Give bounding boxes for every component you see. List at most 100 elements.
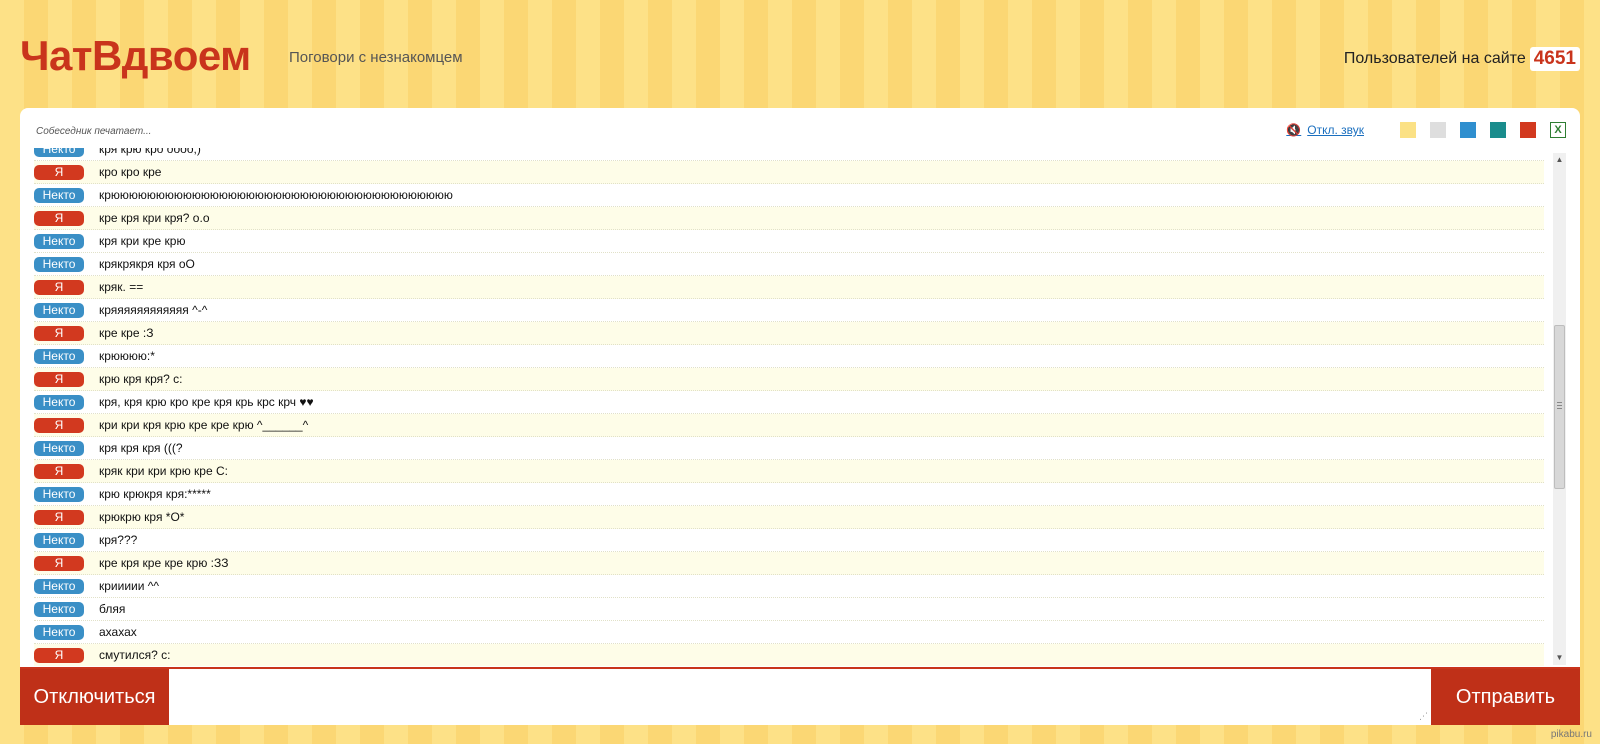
online-count: 4651	[1529, 47, 1580, 71]
message-text: ахахах	[99, 625, 137, 639]
message-text: крюкрю кря *О*	[99, 510, 185, 524]
sender-badge-me: Я	[34, 164, 84, 180]
online-label: Пользователей на сайте	[1343, 50, 1526, 67]
message-row: Ясмутился? с:	[34, 644, 1544, 666]
sender-badge-stranger: Некто	[34, 486, 84, 502]
sender-badge-me: Я	[34, 555, 84, 571]
message-text: крюююююююююююююююююююююююююююююююююююююю	[99, 188, 453, 202]
message-text: бляя	[99, 602, 126, 616]
sender-badge-stranger: Некто	[34, 348, 84, 364]
typing-indicator: Собеседник печатает...	[36, 126, 152, 137]
sender-badge-stranger: Некто	[34, 187, 84, 203]
sender-badge-stranger: Некто	[34, 624, 84, 640]
message-row: Якряк кри кри крю кре С:	[34, 460, 1544, 483]
message-text: кря, кря крю кро кре кря крь крс крч ♥♥	[99, 395, 314, 409]
message-row: Некто крякрякря кря оО	[34, 253, 1544, 276]
message-text: кряк. ==	[99, 280, 144, 294]
excel-icon[interactable]: X	[1550, 122, 1566, 138]
message-row: Якре кря кре кре крю :ЗЗ	[34, 552, 1544, 575]
send-button[interactable]: Отправить	[1431, 669, 1580, 725]
message-row: Якри кри кря крю кре кре крю ^______^	[34, 414, 1544, 437]
message-text: кро кро кре	[99, 165, 162, 179]
message-row: Некто кря крю кро оооо;)	[34, 148, 1544, 161]
sender-badge-stranger: Некто	[34, 256, 84, 272]
message-row: Некто ахахах	[34, 621, 1544, 644]
message-text: кря кря кря (((?	[99, 441, 183, 455]
scroll-up-arrow[interactable]: ▲	[1553, 153, 1566, 167]
sender-badge-me: Я	[34, 647, 84, 663]
message-text: кря???	[99, 533, 138, 547]
chat-panel: Собеседник печатает... 🔇 Откл. звук X Не…	[20, 108, 1580, 668]
chat-status-bar: Собеседник печатает... 🔇 Откл. звук X	[20, 108, 1580, 148]
message-log[interactable]: Некто кря крю кро оооо;) Якро кро кре Некто…	[34, 148, 1544, 666]
message-text: кре кря кри кря? о.о	[99, 211, 210, 225]
sender-badge-me: Я	[34, 417, 84, 433]
message-text: крюююю:*	[99, 349, 155, 363]
message-row: Некто кряяяяяяяяяяяя ^-^	[34, 299, 1544, 322]
sender-badge-me: Я	[34, 279, 84, 295]
message-text: кри кри кря крю кре кре крю ^______^	[99, 418, 309, 432]
scroll-thumb[interactable]	[1554, 325, 1565, 489]
theme-swatch-gray[interactable]	[1430, 122, 1446, 138]
message-text: кре кре :З	[99, 326, 154, 340]
watermark: pikabu.ru	[1550, 729, 1592, 740]
chat-input-bar: Отключиться ⋰ Отправить	[20, 667, 1580, 725]
header: ЧатВдвоем Поговори с незнакомцем Пользов…	[0, 0, 1600, 108]
sender-badge-stranger: Некто	[34, 532, 84, 548]
message-text: смутился? с:	[99, 648, 171, 662]
message-text: кря крю кро оооо;)	[99, 148, 201, 156]
sender-badge-stranger: Некто	[34, 394, 84, 410]
message-row: Якро кро кре	[34, 161, 1544, 184]
sender-badge-me: Я	[34, 325, 84, 341]
speaker-muted-icon: 🔇	[1286, 123, 1302, 137]
sender-badge-stranger: Некто	[34, 302, 84, 318]
sender-badge-stranger: Некто	[34, 233, 84, 249]
message-row: Якряк. ==	[34, 276, 1544, 299]
message-text: крю крюкря кря:*****	[99, 487, 211, 501]
message-text: крю кря кря? с:	[99, 372, 183, 386]
message-row: Некто крююююююююююююююююююююююююююююююююю…	[34, 184, 1544, 207]
message-row: Некто кря???	[34, 529, 1544, 552]
sender-badge-me: Я	[34, 371, 84, 387]
site-tagline: Поговори с незнакомцем	[289, 49, 463, 66]
message-row: Некто кря кря кря (((?	[34, 437, 1544, 460]
message-scrollbar[interactable]: ▲ ▼	[1553, 153, 1566, 665]
message-row: Некто криииии ^^	[34, 575, 1544, 598]
sender-badge-me: Я	[34, 210, 84, 226]
message-row: Якре кре :З	[34, 322, 1544, 345]
theme-swatch-red[interactable]	[1520, 122, 1536, 138]
disconnect-button[interactable]: Отключиться	[20, 669, 169, 725]
sender-badge-stranger: Некто	[34, 440, 84, 456]
message-text: кря кри кре крю	[99, 234, 186, 248]
sender-badge-stranger: Некто	[34, 148, 84, 157]
online-counter: Пользователей на сайте 4651	[1344, 46, 1580, 72]
message-row: Некто бляя	[34, 598, 1544, 621]
sender-badge-stranger: Некто	[34, 578, 84, 594]
message-row: Якрюкрю кря *О*	[34, 506, 1544, 529]
sender-badge-me: Я	[34, 509, 84, 525]
message-text: кре кря кре кре крю :ЗЗ	[99, 556, 229, 570]
message-row: Некто крюююю:*	[34, 345, 1544, 368]
message-input[interactable]	[169, 669, 1431, 725]
message-row: Некто кря, кря крю кро кре кря крь крс кр…	[34, 391, 1544, 414]
scroll-down-arrow[interactable]: ▼	[1553, 651, 1566, 665]
sender-badge-stranger: Некто	[34, 601, 84, 617]
resize-grip-icon[interactable]: ⋰	[1419, 711, 1428, 722]
message-list: Некто кря крю кро оооо;) Якро кро кре Некто…	[34, 148, 1544, 666]
mute-sound-link[interactable]: 🔇 Откл. звук	[1286, 123, 1364, 137]
theme-swatch-yellow[interactable]	[1400, 122, 1416, 138]
message-text: крякрякря кря оО	[99, 257, 195, 271]
sender-badge-me: Я	[34, 463, 84, 479]
message-row: Якрю кря кря? с:	[34, 368, 1544, 391]
message-text: кряяяяяяяяяяяя ^-^	[99, 303, 208, 317]
chat-tools: 🔇 Откл. звук X	[1286, 121, 1566, 139]
mute-sound-label: Откл. звук	[1307, 123, 1364, 137]
message-text: криииии ^^	[99, 579, 160, 593]
theme-swatch-teal[interactable]	[1490, 122, 1506, 138]
theme-swatch-blue[interactable]	[1460, 122, 1476, 138]
site-logo[interactable]: ЧатВдвоем	[20, 30, 251, 82]
message-row: Якре кря кри кря? о.о	[34, 207, 1544, 230]
message-row: Некто крю крюкря кря:*****	[34, 483, 1544, 506]
theme-swatches	[1386, 122, 1536, 138]
message-row: Некто кря кри кре крю	[34, 230, 1544, 253]
